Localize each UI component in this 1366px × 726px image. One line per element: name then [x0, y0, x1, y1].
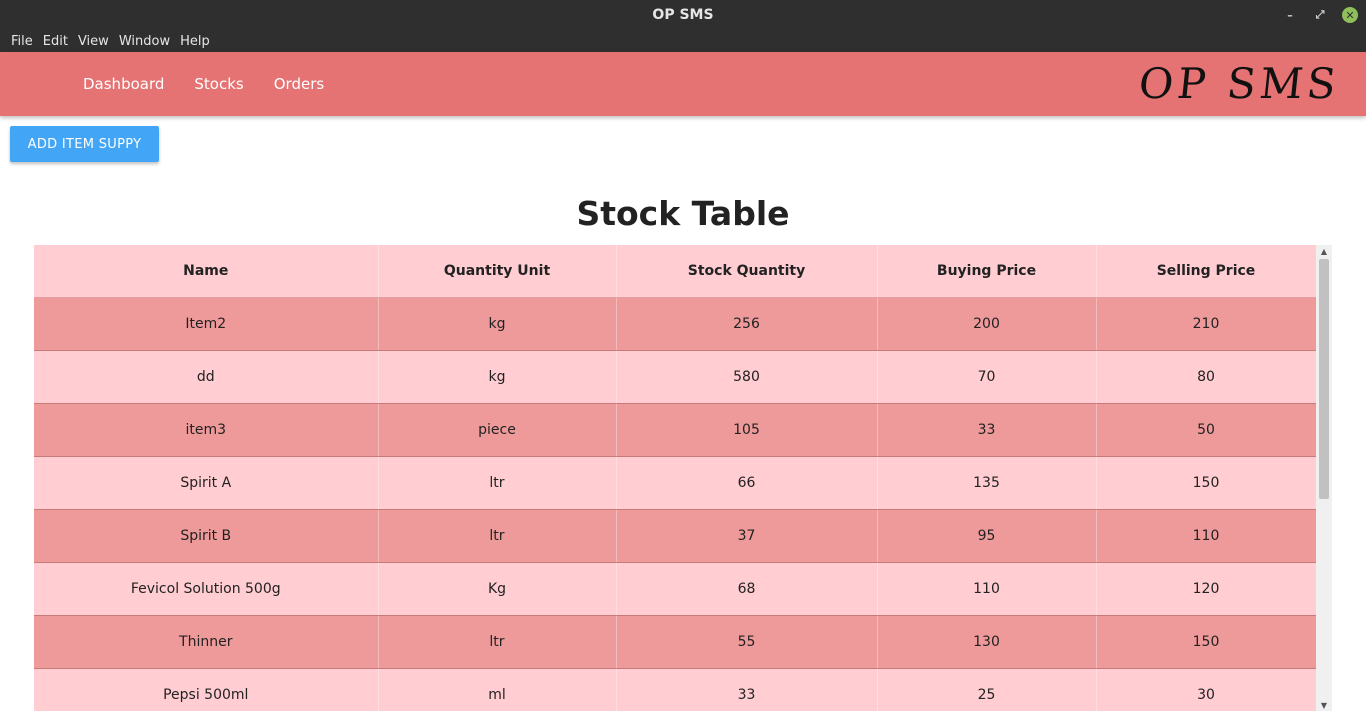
cell-selling-price: 80 — [1096, 350, 1316, 404]
cell-stock-quantity: 66 — [616, 456, 878, 510]
cell-quantity-unit: kg — [378, 297, 617, 351]
column-header-quantity-unit[interactable]: Quantity Unit — [378, 245, 617, 298]
cell-quantity-unit: ml — [378, 668, 617, 711]
column-header-selling-price[interactable]: Selling Price — [1096, 245, 1316, 298]
cell-name: Pepsi 500ml — [34, 668, 379, 711]
cell-quantity-unit: ltr — [378, 456, 617, 510]
top-navbar: Dashboard Stocks Orders OP SMS — [0, 52, 1366, 116]
stock-table: Name Quantity Unit Stock Quantity Buying… — [34, 245, 1316, 711]
cell-stock-quantity: 37 — [616, 509, 878, 563]
close-icon[interactable]: ✕ — [1342, 7, 1358, 23]
cell-name: Fevicol Solution 500g — [34, 562, 379, 616]
menu-bar: File Edit View Window Help — [0, 30, 1366, 52]
page-title: Stock Table — [576, 194, 790, 233]
cell-selling-price: 120 — [1096, 562, 1316, 616]
table-row[interactable]: item3 piece 105 33 50 — [34, 403, 1316, 457]
cell-quantity-unit: kg — [378, 350, 617, 404]
table-row[interactable]: Spirit B ltr 37 95 110 — [34, 509, 1316, 563]
cell-buying-price: 110 — [877, 562, 1097, 616]
restore-icon[interactable]: ⤢ — [1312, 7, 1328, 23]
menu-view[interactable]: View — [73, 34, 114, 49]
window-titlebar: OP SMS – ⤢ ✕ — [0, 0, 1366, 30]
menu-edit[interactable]: Edit — [38, 34, 73, 49]
nav-links: Dashboard Stocks Orders — [68, 75, 339, 93]
window-title: OP SMS — [652, 7, 714, 23]
table-scrollbar[interactable]: ▲ ▼ — [1316, 245, 1332, 711]
stock-table-viewport: Name Quantity Unit Stock Quantity Buying… — [34, 245, 1316, 711]
table-row[interactable]: Pepsi 500ml ml 33 25 30 — [34, 668, 1316, 711]
nav-link-dashboard[interactable]: Dashboard — [68, 75, 179, 93]
cell-stock-quantity: 55 — [616, 615, 878, 669]
cell-name: item3 — [34, 403, 379, 457]
add-item-supply-button[interactable]: ADD ITEM SUPPY — [10, 126, 159, 162]
table-row[interactable]: Thinner ltr 55 130 150 — [34, 615, 1316, 669]
cell-buying-price: 135 — [877, 456, 1097, 510]
table-row[interactable]: Item2 kg 256 200 210 — [34, 297, 1316, 351]
cell-selling-price: 30 — [1096, 668, 1316, 711]
column-header-buying-price[interactable]: Buying Price — [877, 245, 1097, 298]
minimize-icon[interactable]: – — [1282, 7, 1298, 23]
cell-quantity-unit: ltr — [378, 509, 617, 563]
cell-stock-quantity: 33 — [616, 668, 878, 711]
cell-stock-quantity: 68 — [616, 562, 878, 616]
cell-selling-price: 50 — [1096, 403, 1316, 457]
nav-link-stocks[interactable]: Stocks — [179, 75, 258, 93]
scroll-down-arrow-icon[interactable]: ▼ — [1316, 699, 1332, 711]
cell-stock-quantity: 105 — [616, 403, 878, 457]
menu-help[interactable]: Help — [175, 34, 215, 49]
cell-name: dd — [34, 350, 379, 404]
window-controls: – ⤢ ✕ — [1282, 0, 1358, 30]
column-header-stock-quantity[interactable]: Stock Quantity — [616, 245, 878, 298]
cell-quantity-unit: ltr — [378, 615, 617, 669]
scrollbar-thumb[interactable] — [1319, 259, 1329, 499]
cell-buying-price: 70 — [877, 350, 1097, 404]
cell-name: Item2 — [34, 297, 379, 351]
cell-quantity-unit: piece — [378, 403, 617, 457]
cell-buying-price: 33 — [877, 403, 1097, 457]
cell-buying-price: 130 — [877, 615, 1097, 669]
cell-name: Spirit A — [34, 456, 379, 510]
scroll-up-arrow-icon[interactable]: ▲ — [1316, 245, 1332, 257]
cell-stock-quantity: 256 — [616, 297, 878, 351]
table-row[interactable]: Fevicol Solution 500g Kg 68 110 120 — [34, 562, 1316, 616]
cell-name: Thinner — [34, 615, 379, 669]
table-header-row: Name Quantity Unit Stock Quantity Buying… — [34, 245, 1316, 298]
column-header-name[interactable]: Name — [34, 245, 379, 298]
cell-selling-price: 210 — [1096, 297, 1316, 351]
cell-quantity-unit: Kg — [378, 562, 617, 616]
cell-name: Spirit B — [34, 509, 379, 563]
cell-buying-price: 95 — [877, 509, 1097, 563]
stock-table-container: Name Quantity Unit Stock Quantity Buying… — [34, 245, 1332, 711]
brand-logo[interactable]: OP SMS — [1137, 58, 1343, 110]
table-row[interactable]: Spirit A ltr 66 135 150 — [34, 456, 1316, 510]
cell-stock-quantity: 580 — [616, 350, 878, 404]
menu-file[interactable]: File — [6, 34, 38, 49]
nav-link-orders[interactable]: Orders — [259, 75, 339, 93]
cell-selling-price: 150 — [1096, 615, 1316, 669]
cell-selling-price: 150 — [1096, 456, 1316, 510]
cell-buying-price: 25 — [877, 668, 1097, 711]
table-row[interactable]: dd kg 580 70 80 — [34, 350, 1316, 404]
cell-buying-price: 200 — [877, 297, 1097, 351]
menu-window[interactable]: Window — [114, 34, 175, 49]
cell-selling-price: 110 — [1096, 509, 1316, 563]
